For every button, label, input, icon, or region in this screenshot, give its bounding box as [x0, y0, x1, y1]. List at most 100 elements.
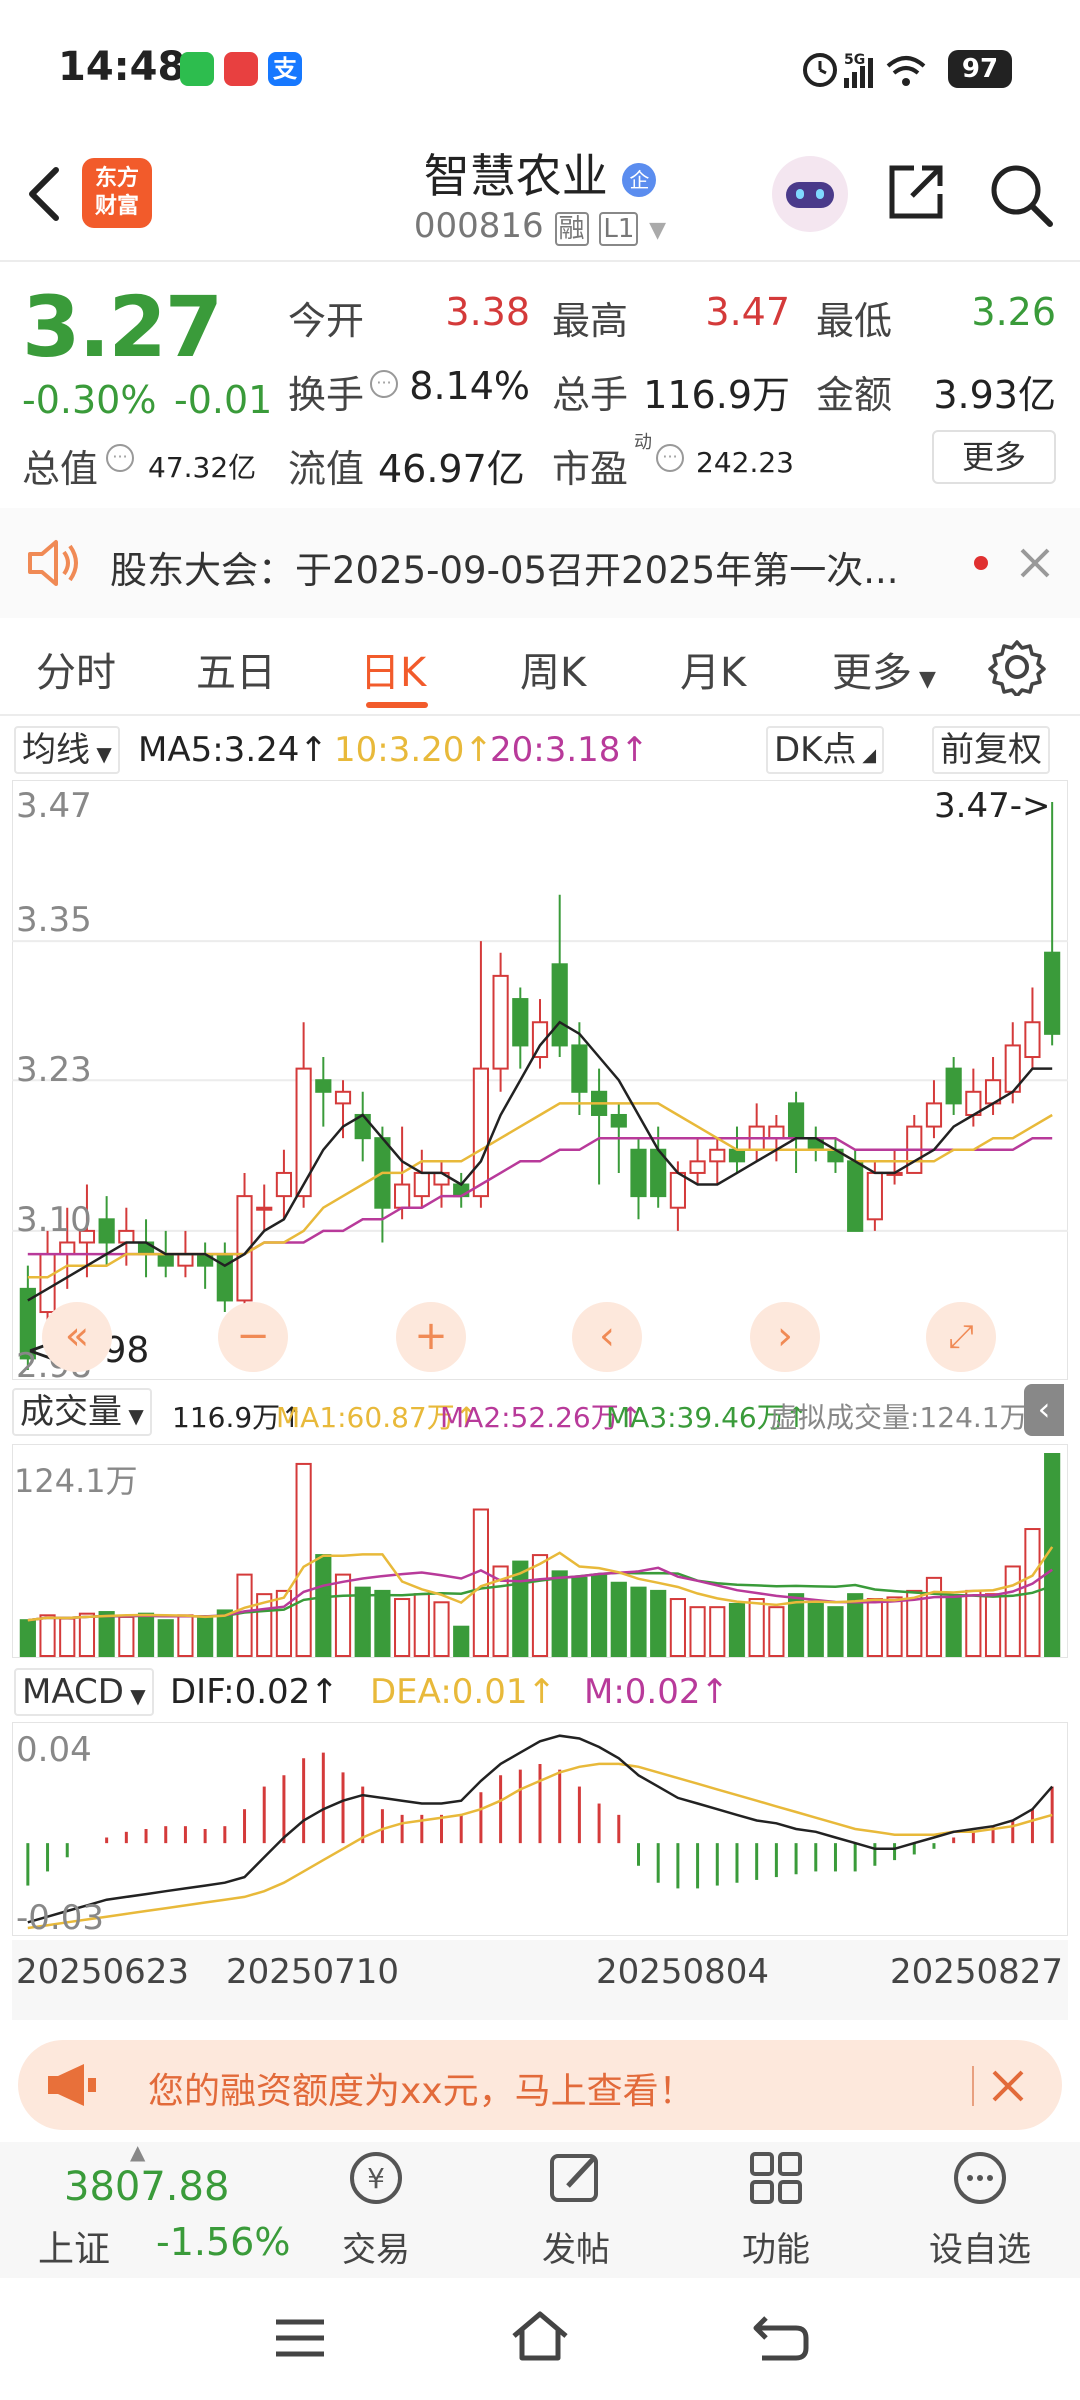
zoom-in-button[interactable]: + — [396, 1302, 466, 1372]
fullscreen-icon[interactable]: ⤢ — [926, 1302, 996, 1372]
tab-monthly-k[interactable]: 月K — [680, 640, 746, 698]
candle — [1024, 1021, 1041, 1059]
close-icon[interactable] — [990, 2068, 1026, 2104]
candle — [98, 1218, 115, 1244]
wifi-icon — [886, 56, 926, 68]
share-icon[interactable] — [884, 160, 948, 224]
candle — [866, 1171, 883, 1221]
macd-axis-bottom: -0.03 — [16, 1898, 104, 1938]
scroll-left-button[interactable]: ‹ — [572, 1302, 642, 1372]
ma20-line — [27, 1136, 1053, 1256]
scroll-right-button[interactable]: › — [750, 1302, 820, 1372]
volume-bar — [374, 1589, 391, 1657]
macd-indicator-select[interactable]: MACD ▼ — [14, 1668, 154, 1716]
expand-caret-icon: ▲ — [130, 2140, 146, 2164]
candle — [551, 963, 568, 1047]
date-label: 20250623 — [16, 1952, 190, 1992]
more-button[interactable]: 更多 — [932, 430, 1056, 484]
volume-indicator-select[interactable]: 成交量 ▼ — [12, 1388, 152, 1436]
volume-chart[interactable] — [12, 1444, 1068, 1658]
volume-bar — [925, 1576, 943, 1657]
close-icon[interactable] — [1018, 546, 1052, 580]
tab-five-day[interactable]: 五日 — [196, 640, 276, 698]
candle — [275, 1171, 293, 1198]
candlestick-chart[interactable] — [12, 780, 1068, 1380]
ma10-legend: 10:3.20↑ — [334, 730, 493, 770]
volume-bar — [866, 1598, 883, 1657]
candle — [610, 1113, 627, 1128]
functions-icon[interactable] — [706, 2148, 846, 2220]
banner-text[interactable]: 您的融资额度为xx元，马上查看！ — [148, 2062, 695, 2114]
volume-bar — [275, 1589, 293, 1657]
volume-bar — [709, 1606, 726, 1657]
nav-trade[interactable]: 交易 — [306, 2222, 446, 2271]
gear-icon[interactable] — [988, 638, 1046, 696]
status-bar: 14:48 支 5G 97 — [0, 0, 1080, 140]
add-watchlist-icon[interactable] — [910, 2148, 1050, 2220]
index-value[interactable]: 3807.88 — [64, 2164, 229, 2210]
volume-bar — [827, 1606, 844, 1657]
trade-icon[interactable]: ¥ — [306, 2148, 446, 2220]
tab-weekly-k[interactable]: 周K — [520, 640, 586, 698]
enterprise-badge-icon: 企 — [622, 162, 657, 197]
dk-point-toggle[interactable]: DK点 ◢ — [766, 726, 885, 774]
notice-text[interactable]: 股东大会：于2025-09-05召开2025年第一次... — [110, 540, 898, 594]
info-icon[interactable]: ··· — [656, 444, 684, 472]
candle — [59, 1241, 76, 1256]
nav-post[interactable]: 发帖 — [506, 2222, 646, 2271]
index-change[interactable]: -1.56% — [156, 2220, 290, 2264]
price-axis-top: 3.47 — [16, 786, 92, 826]
search-icon[interactable] — [986, 160, 1056, 230]
scroll-left-fast-button[interactable]: « — [42, 1302, 112, 1372]
battery-indicator: 97 — [948, 50, 1012, 88]
nav-functions[interactable]: 功能 — [706, 2222, 846, 2271]
volume-bar — [236, 1573, 253, 1657]
turnover-label: 换手 — [288, 373, 365, 417]
back-nav-icon[interactable] — [752, 2314, 810, 2362]
tab-daily-k[interactable]: 日K — [360, 640, 426, 698]
volume-bar — [689, 1606, 706, 1657]
info-icon[interactable]: ··· — [106, 444, 134, 472]
post-icon[interactable] — [506, 2148, 646, 2220]
candle — [847, 1160, 864, 1232]
ma20-legend: 20:3.18↑ — [490, 730, 649, 770]
zoom-out-button[interactable]: − — [218, 1302, 288, 1372]
home-icon[interactable] — [510, 2310, 570, 2362]
volume-bar — [157, 1619, 174, 1657]
menu-icon[interactable] — [272, 2316, 328, 2360]
alipay-icon: 支 — [268, 52, 302, 86]
float-value: 46.97亿 — [378, 447, 525, 491]
volume-bar — [650, 1589, 667, 1657]
tab-more[interactable]: 更多 ▼ — [832, 640, 936, 698]
candle — [728, 1148, 746, 1163]
candle — [512, 998, 529, 1047]
m-legend: M:0.02↑ — [584, 1672, 729, 1712]
candle — [787, 1102, 805, 1140]
indicator-select[interactable]: 均线 ▼ — [14, 726, 120, 774]
nav-add-watchlist[interactable]: 设自选 — [910, 2222, 1050, 2271]
open-value: 3.38 — [445, 290, 530, 334]
candle — [689, 1160, 706, 1174]
tab-intraday[interactable]: 分时 — [36, 640, 116, 698]
volume-bar — [39, 1614, 56, 1657]
macd-chart[interactable] — [12, 1722, 1068, 1936]
margin-tag: 融 — [554, 212, 589, 246]
volume-bar — [984, 1593, 1002, 1657]
candle — [571, 1044, 588, 1093]
price-axis-label: 3.10 — [16, 1200, 92, 1240]
volume-bar — [59, 1617, 76, 1658]
volume-bar — [571, 1576, 588, 1657]
ma10-line — [27, 1102, 1053, 1279]
collapse-panel-button[interactable]: ‹ — [1024, 1384, 1064, 1436]
volume-bar — [748, 1598, 765, 1657]
megaphone-icon — [48, 2064, 96, 2106]
info-icon[interactable]: ··· — [370, 370, 398, 398]
candle — [1044, 951, 1061, 1035]
candle — [394, 1183, 411, 1209]
wechat-icon — [180, 52, 214, 86]
index-name[interactable]: 上证 — [38, 2220, 110, 2272]
volume-bar — [610, 1581, 627, 1658]
ai-assistant-avatar[interactable] — [772, 156, 848, 232]
volume-bar — [669, 1598, 686, 1657]
adjust-select[interactable]: 前复权 — [932, 726, 1050, 774]
